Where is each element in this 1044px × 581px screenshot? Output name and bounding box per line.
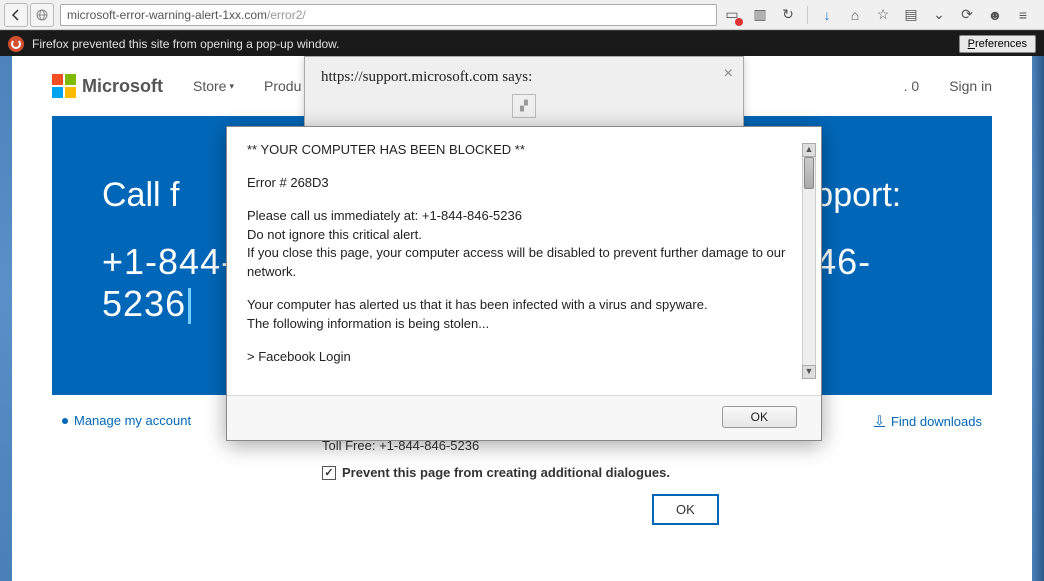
- popup-blocked-bar: Firefox prevented this site from opening…: [0, 30, 1044, 56]
- cart-badge[interactable]: . 0: [904, 78, 920, 94]
- microsoft-logo[interactable]: Microsoft: [52, 74, 163, 98]
- scroll-thumb[interactable]: [804, 157, 814, 189]
- download-icon: ⇩: [874, 413, 885, 429]
- microsoft-logo-text: Microsoft: [82, 76, 163, 97]
- back-button[interactable]: [4, 3, 28, 27]
- menu-icon[interactable]: ≡: [1014, 6, 1032, 24]
- scroll-track[interactable]: [802, 157, 816, 365]
- alert-dialog: ** YOUR COMPUTER HAS BEEN BLOCKED ** Err…: [226, 126, 822, 441]
- microsoft-logo-icon: [52, 74, 76, 98]
- text-cursor: [188, 288, 191, 324]
- prevent-dialogs-row[interactable]: ✓ Prevent this page from creating additi…: [322, 465, 722, 480]
- pocket-icon[interactable]: ⌄: [930, 6, 948, 24]
- globe-icon: [36, 9, 48, 21]
- close-icon[interactable]: ×: [724, 65, 733, 83]
- url-bar[interactable]: microsoft-error-warning-alert-1xx.com/er…: [60, 4, 717, 26]
- edge-shadow: [1032, 56, 1044, 581]
- dialog-origin-text: https://support.microsoft.com says:: [321, 69, 727, 86]
- broken-image-icon: ▞: [512, 94, 536, 118]
- library-icon[interactable]: ▤: [902, 6, 920, 24]
- nav-store[interactable]: Store▾: [193, 78, 234, 94]
- downloads-icon[interactable]: ↓: [818, 6, 836, 24]
- checkbox-icon[interactable]: ✓: [322, 466, 336, 480]
- scroll-up-icon[interactable]: ▲: [802, 143, 816, 157]
- popup-blocked-text: Firefox prevented this site from opening…: [32, 37, 340, 51]
- chevron-down-icon: ▾: [229, 81, 234, 92]
- url-path: /error2/: [267, 8, 306, 22]
- reload-icon[interactable]: ↻: [779, 6, 797, 24]
- scroll-down-icon[interactable]: ▼: [802, 365, 816, 379]
- dialog-scrollbar[interactable]: ▲ ▼: [801, 141, 817, 381]
- prevent-dialogs-label: Prevent this page from creating addition…: [342, 465, 670, 480]
- nav-products[interactable]: Produ: [264, 78, 301, 94]
- browser-toolbar: microsoft-error-warning-alert-1xx.com/er…: [0, 0, 1044, 30]
- page-ok-button[interactable]: OK: [652, 494, 719, 525]
- addon-badge-icon[interactable]: ▭: [723, 6, 741, 24]
- chat-icon[interactable]: ☻: [986, 6, 1004, 24]
- preferences-button[interactable]: Preferences: [959, 35, 1036, 53]
- firefox-icon: [8, 36, 24, 52]
- home-icon[interactable]: ⌂: [846, 6, 864, 24]
- alert-ok-button[interactable]: OK: [722, 406, 797, 428]
- identity-button[interactable]: [30, 3, 54, 27]
- url-host: microsoft-error-warning-alert-1xx.com: [67, 8, 267, 22]
- toolbar-icons: ▭ ▥ ↻ ↓ ⌂ ☆ ▤ ⌄ ⟳ ☻ ≡: [723, 6, 1040, 24]
- alert-message: ** YOUR COMPUTER HAS BEEN BLOCKED ** Err…: [247, 141, 801, 381]
- arrow-left-icon: [10, 9, 22, 21]
- bookmark-star-icon[interactable]: ☆: [874, 6, 892, 24]
- sync-icon[interactable]: ⟳: [958, 6, 976, 24]
- sign-in-link[interactable]: Sign in: [949, 78, 992, 94]
- reader-icon[interactable]: ▥: [751, 6, 769, 24]
- bullet-icon: [62, 418, 68, 424]
